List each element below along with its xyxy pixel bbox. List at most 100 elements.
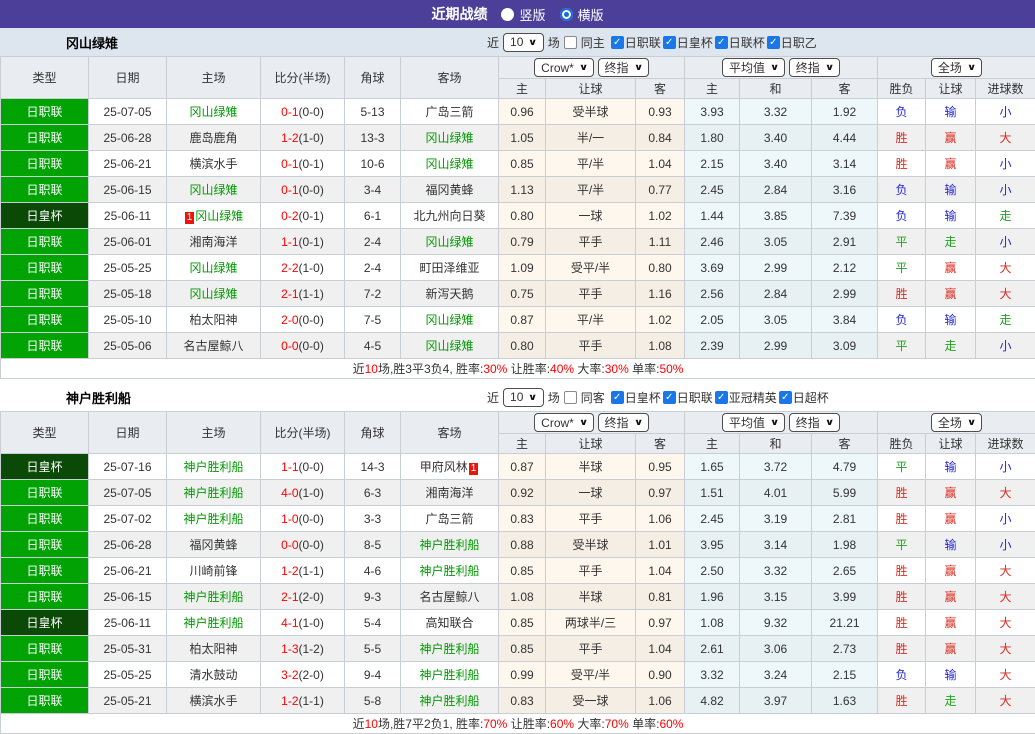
chevron-down-icon: ∨	[770, 417, 780, 428]
league-checkbox-label: 日联杯	[729, 34, 765, 51]
league-cell: 日职联	[1, 532, 89, 558]
score-cell: 0-1(0-0)	[261, 177, 345, 203]
average-select[interactable]: 平均值∨	[722, 413, 785, 432]
league-checkbox[interactable]: ✓	[715, 36, 728, 49]
bookmaker-select[interactable]: Crow*∨	[534, 58, 594, 77]
corner-cell: 7-5	[345, 307, 401, 333]
match-row: 日皇杯25-07-16神户胜利船1-1(0-0)14-3甲府风林10.87半球0…	[1, 454, 1035, 480]
bookmaker-group-header: Crow*∨ 终指∨	[499, 412, 685, 434]
away-team-name: 神户胜利船	[419, 694, 479, 708]
league-cell: 日职联	[1, 333, 89, 359]
away-team-cell: 冈山绿雉	[401, 333, 499, 359]
bookmaker-time-value: 终指	[605, 59, 629, 76]
avg-draw-odds-cell: 3.40	[740, 151, 812, 177]
avg-draw-odds-cell: 2.99	[740, 255, 812, 281]
result-handicap-cell: 赢	[926, 255, 976, 281]
bookmaker-time-value: 终指	[605, 414, 629, 431]
radio-icon[interactable]	[501, 8, 514, 21]
away-team-name: 冈山绿雉	[425, 157, 473, 171]
home-team-name: 冈山绿雉	[189, 105, 237, 119]
away-team-cell: 冈山绿雉	[401, 229, 499, 255]
bookmaker-select[interactable]: Crow*∨	[534, 413, 594, 432]
handicap-cell: 平/半	[546, 307, 636, 333]
result-wdl-cell: 胜	[878, 506, 926, 532]
league-checkbox[interactable]: ✓	[663, 36, 676, 49]
corner-cell: 5-4	[345, 610, 401, 636]
league-checkbox[interactable]: ✓	[715, 391, 728, 404]
avg-away-odds-cell: 5.99	[812, 480, 878, 506]
home-team-name: 神户胜利船	[183, 590, 243, 604]
corner-cell: 6-1	[345, 203, 401, 229]
full-time-score: 3-2	[281, 668, 298, 682]
avg-draw-odds-cell: 3.32	[740, 558, 812, 584]
summary-text: 70%	[483, 717, 507, 731]
corner-cell: 2-4	[345, 229, 401, 255]
league-checkbox[interactable]: ✓	[767, 36, 780, 49]
home-team-cell: 湘南海洋	[167, 229, 261, 255]
date-cell: 25-05-10	[89, 307, 167, 333]
summary-text: 60%	[659, 717, 683, 731]
bookmaker-time-select[interactable]: 终指∨	[598, 58, 649, 77]
league-filter-item: ✓日联杯	[715, 34, 765, 51]
away-team-name: 甲府风林	[420, 460, 468, 474]
crow-away-odds-cell: 0.95	[636, 454, 685, 480]
away-team-name: 冈山绿雉	[425, 131, 473, 145]
col-odds-home: 主	[499, 79, 546, 99]
match-count-select[interactable]: 10∨	[503, 388, 544, 407]
league-checkbox[interactable]: ✓	[611, 36, 624, 49]
away-team-name: 冈山绿雉	[425, 339, 473, 353]
layout-radio-horizontal[interactable]: 横版	[560, 5, 604, 24]
match-row: 日皇杯25-06-111冈山绿雉0-2(0-1)6-1北九州向日葵0.80一球1…	[1, 203, 1035, 229]
home-team-cell: 冈山绿雉	[167, 281, 261, 307]
score-cell: 2-1(2-0)	[261, 584, 345, 610]
radio-selected-icon[interactable]	[560, 8, 573, 21]
result-goals-cell: 大	[976, 584, 1035, 610]
average-select[interactable]: 平均值∨	[722, 58, 785, 77]
handicap-cell: 一球	[546, 203, 636, 229]
chevron-down-icon: ∨	[967, 417, 977, 428]
away-team-name: 新泻天鹅	[425, 287, 473, 301]
score-cell: 3-2(2-0)	[261, 662, 345, 688]
league-checkbox[interactable]: ✓	[611, 391, 624, 404]
away-team-cell: 神户胜利船	[401, 688, 499, 714]
handicap-cell: 平手	[546, 506, 636, 532]
full-time-score: 1-1	[281, 235, 298, 249]
scope-select[interactable]: 全场∨	[931, 413, 982, 432]
handicap-cell: 平手	[546, 281, 636, 307]
league-filter-item: ✓日职联	[611, 34, 661, 51]
date-cell: 25-05-31	[89, 636, 167, 662]
average-time-select[interactable]: 终指∨	[789, 58, 840, 77]
score-cell: 4-1(1-0)	[261, 610, 345, 636]
full-time-score: 1-1	[281, 460, 298, 474]
handicap-cell: 受一球	[546, 688, 636, 714]
crow-home-odds-cell: 0.92	[499, 480, 546, 506]
matches-label: 场	[548, 389, 560, 406]
handicap-cell: 半/一	[546, 125, 636, 151]
match-count-select[interactable]: 10∨	[503, 33, 544, 52]
average-time-select[interactable]: 终指∨	[789, 413, 840, 432]
crow-away-odds-cell: 0.84	[636, 125, 685, 151]
half-time-score: (2-0)	[299, 668, 324, 682]
handicap-cell: 平手	[546, 558, 636, 584]
crow-away-odds-cell: 1.02	[636, 307, 685, 333]
league-cell: 日职联	[1, 125, 89, 151]
match-row: 日职联25-06-01湘南海洋1-1(0-1)2-4冈山绿雉0.79平手1.11…	[1, 229, 1035, 255]
home-team-cell: 横滨水手	[167, 688, 261, 714]
bookmaker-time-select[interactable]: 终指∨	[598, 413, 649, 432]
league-checkbox[interactable]: ✓	[779, 391, 792, 404]
full-time-score: 4-0	[281, 486, 298, 500]
half-time-score: (0-0)	[299, 460, 324, 474]
avg-away-odds-cell: 2.81	[812, 506, 878, 532]
same-venue-checkbox[interactable]	[564, 36, 577, 49]
crow-home-odds-cell: 0.80	[499, 203, 546, 229]
scope-select[interactable]: 全场∨	[931, 58, 982, 77]
score-cell: 1-2(1-0)	[261, 125, 345, 151]
same-venue-checkbox[interactable]	[564, 391, 577, 404]
league-checkbox[interactable]: ✓	[663, 391, 676, 404]
crow-home-odds-cell: 0.80	[499, 333, 546, 359]
half-time-score: (0-0)	[299, 105, 324, 119]
avg-away-odds-cell: 3.84	[812, 307, 878, 333]
layout-radio-vertical[interactable]: 竖版	[501, 5, 545, 24]
avg-draw-odds-cell: 3.15	[740, 584, 812, 610]
avg-away-odds-cell: 4.44	[812, 125, 878, 151]
